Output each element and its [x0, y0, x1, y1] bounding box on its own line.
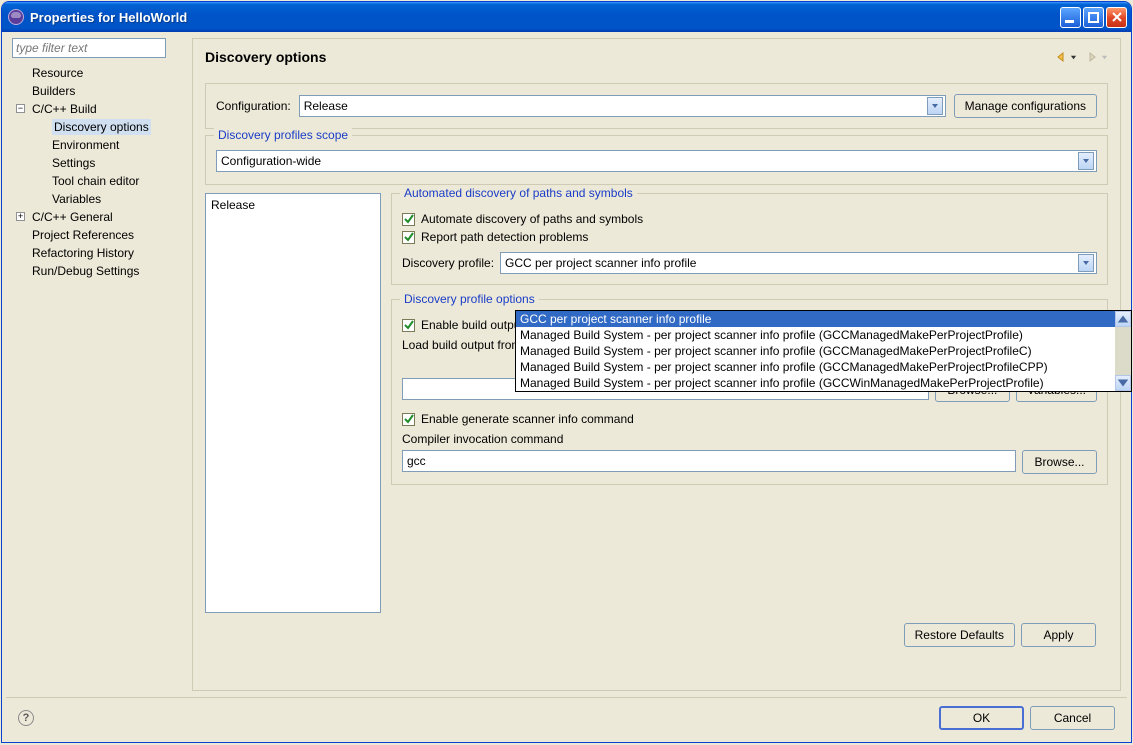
window-title: Properties for HelloWorld: [30, 10, 1060, 25]
compiler-cmd-label: Compiler invocation command: [402, 432, 1097, 446]
minimize-button[interactable]: [1060, 7, 1081, 28]
expand-icon[interactable]: +: [16, 212, 25, 221]
automate-label: Automate discovery of paths and symbols: [421, 212, 643, 226]
scope-combo[interactable]: Configuration-wide: [216, 150, 1097, 172]
enable-build-output-checkbox[interactable]: [402, 319, 415, 332]
auto-group-title: Automated discovery of paths and symbols: [400, 186, 637, 200]
enable-generate-label: Enable generate scanner info command: [421, 412, 634, 426]
tree-item-run-debug-settings[interactable]: Run/Debug Settings: [12, 262, 186, 280]
back-menu-icon[interactable]: [1070, 54, 1077, 61]
configuration-combo[interactable]: Release: [299, 95, 946, 117]
tree-item-variables[interactable]: Variables: [12, 190, 186, 208]
filter-input[interactable]: [12, 38, 166, 58]
report-label: Report path detection problems: [421, 230, 588, 244]
dropdown-item[interactable]: GCC per project scanner info profile: [516, 311, 1115, 327]
tree-item-builders[interactable]: Builders: [12, 82, 186, 100]
configuration-label: Configuration:: [216, 99, 291, 113]
dropdown-item[interactable]: Managed Build System - per project scann…: [516, 359, 1115, 375]
profile-options-group-title: Discovery profile options: [400, 292, 539, 306]
titlebar[interactable]: Properties for HelloWorld: [2, 2, 1131, 32]
dropdown-item[interactable]: Managed Build System - per project scann…: [516, 343, 1115, 359]
tree-item-resource[interactable]: Resource: [12, 64, 186, 82]
scroll-down-icon[interactable]: [1115, 375, 1131, 391]
automate-checkbox[interactable]: [402, 213, 415, 226]
cancel-button[interactable]: Cancel: [1030, 706, 1115, 730]
collapse-icon[interactable]: −: [16, 104, 25, 113]
back-icon[interactable]: [1054, 50, 1068, 64]
help-icon[interactable]: ?: [18, 710, 34, 726]
compiler-cmd-input[interactable]: gcc: [402, 450, 1016, 472]
properties-tree[interactable]: Resource Builders −C/C++ Build Discovery…: [12, 64, 186, 691]
manage-configurations-button[interactable]: Manage configurations: [954, 94, 1097, 118]
tree-item-environment[interactable]: Environment: [12, 136, 186, 154]
dropdown-item[interactable]: Managed Build System - per project scann…: [516, 327, 1115, 343]
tree-item-tool-chain-editor[interactable]: Tool chain editor: [12, 172, 186, 190]
list-item[interactable]: Release: [211, 197, 375, 213]
tree-item-refactoring-history[interactable]: Refactoring History: [12, 244, 186, 262]
chevron-down-icon[interactable]: [1078, 152, 1094, 170]
apply-button[interactable]: Apply: [1021, 623, 1096, 647]
configuration-list[interactable]: Release: [205, 193, 381, 613]
discovery-profile-combo[interactable]: GCC per project scanner info profile: [500, 252, 1097, 274]
dropdown-scrollbar[interactable]: [1115, 311, 1131, 391]
tree-item-ccpp-general[interactable]: +C/C++ General: [12, 208, 186, 226]
chevron-down-icon[interactable]: [1078, 254, 1094, 272]
ok-button[interactable]: OK: [939, 706, 1024, 730]
restore-defaults-button[interactable]: Restore Defaults: [904, 623, 1015, 647]
enable-generate-checkbox[interactable]: [402, 413, 415, 426]
forward-menu-icon[interactable]: [1101, 54, 1108, 61]
close-button[interactable]: [1106, 7, 1127, 28]
scope-group-title: Discovery profiles scope: [214, 128, 352, 142]
browse-compiler-button[interactable]: Browse...: [1022, 450, 1097, 474]
report-checkbox[interactable]: [402, 231, 415, 244]
tree-item-discovery-options[interactable]: Discovery options: [12, 118, 186, 136]
dropdown-item[interactable]: Managed Build System - per project scann…: [516, 375, 1115, 391]
discovery-profile-dropdown[interactable]: GCC per project scanner info profile Man…: [515, 310, 1132, 392]
chevron-down-icon[interactable]: [927, 97, 943, 115]
scroll-up-icon[interactable]: [1115, 311, 1131, 327]
eclipse-icon: [8, 9, 24, 25]
page-title: Discovery options: [205, 49, 1054, 65]
maximize-button[interactable]: [1083, 7, 1104, 28]
tree-item-ccpp-build[interactable]: −C/C++ Build: [12, 100, 186, 118]
discovery-profile-label: Discovery profile:: [402, 256, 494, 270]
tree-item-settings[interactable]: Settings: [12, 154, 186, 172]
forward-icon[interactable]: [1085, 50, 1099, 64]
tree-item-project-references[interactable]: Project References: [12, 226, 186, 244]
